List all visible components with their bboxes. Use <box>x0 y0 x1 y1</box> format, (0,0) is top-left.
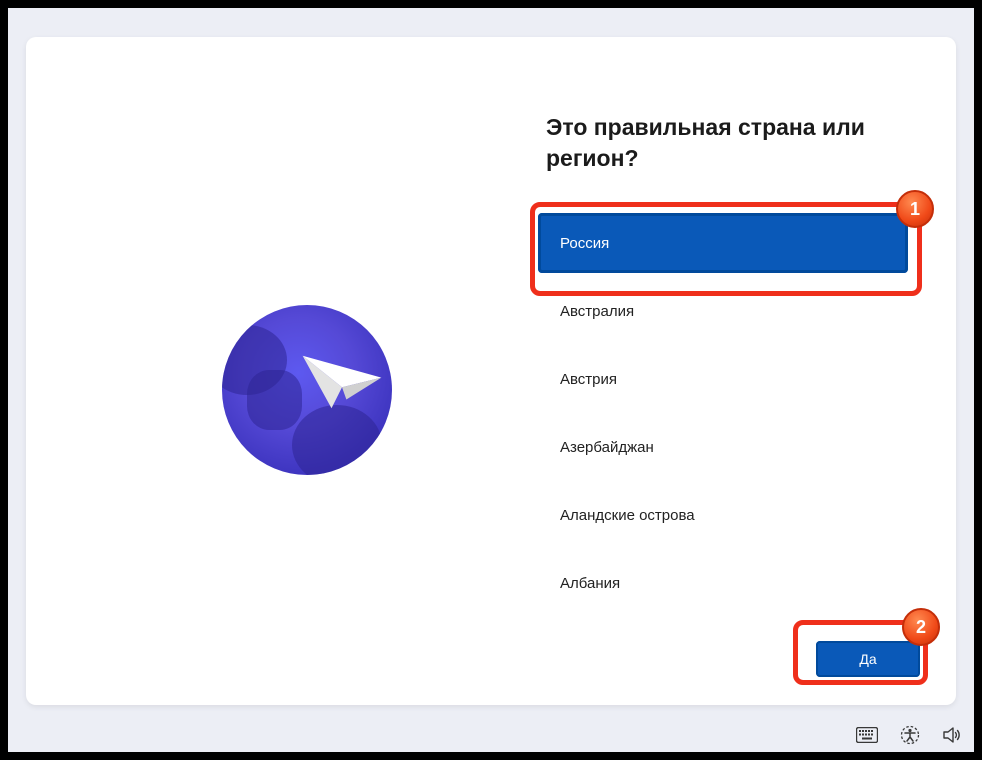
country-item-albania[interactable]: Албания <box>538 553 908 613</box>
country-label: Австрия <box>560 371 617 388</box>
country-list: Россия Австралия Австрия Азербайджан Ала… <box>538 213 908 621</box>
system-tray <box>854 723 964 747</box>
country-item-aland[interactable]: Аландские острова <box>538 485 908 545</box>
yes-button[interactable]: Да <box>816 641 920 677</box>
country-item-russia[interactable]: Россия <box>538 213 908 273</box>
country-label: Аландские острова <box>560 507 695 524</box>
country-label: Албания <box>560 575 620 592</box>
page-title: Это правильная страна или регион? <box>546 112 926 174</box>
sound-icon[interactable] <box>940 724 964 746</box>
keyboard-icon[interactable] <box>854 725 880 745</box>
country-item-austria[interactable]: Австрия <box>538 349 908 409</box>
accessibility-icon[interactable] <box>898 723 922 747</box>
country-label: Австралия <box>560 303 634 320</box>
setup-card: Это правильная страна или регион? Россия… <box>26 37 956 705</box>
country-label: Азербайджан <box>560 439 654 456</box>
country-label: Россия <box>560 235 609 252</box>
country-item-australia[interactable]: Австралия <box>538 281 908 341</box>
country-item-azerbaijan[interactable]: Азербайджан <box>538 417 908 477</box>
globe-illustration <box>222 305 392 475</box>
paper-plane-icon <box>297 347 387 417</box>
